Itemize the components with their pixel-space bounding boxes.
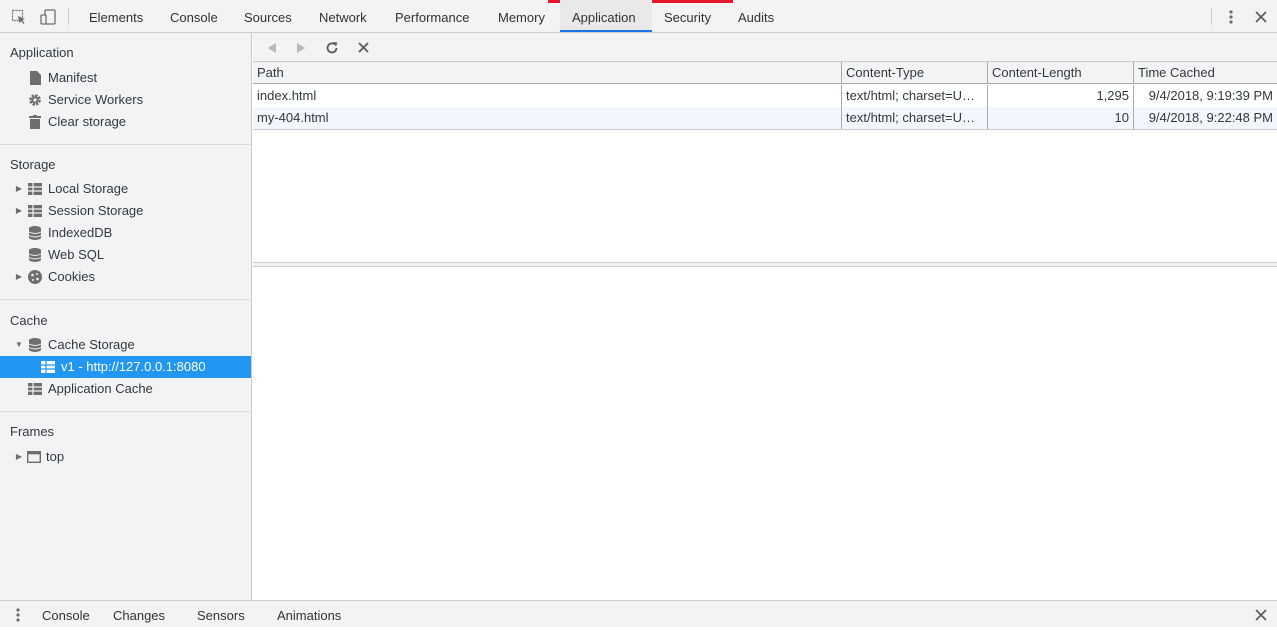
cache-toolbar: [253, 33, 1277, 62]
sidebar-item-manifest[interactable]: Manifest: [0, 67, 251, 89]
sidebar-item-label: Application Cache: [48, 381, 153, 396]
forward-icon[interactable]: [292, 39, 310, 56]
cell-content-type: text/html; charset=U…: [841, 85, 987, 107]
back-icon[interactable]: [263, 39, 281, 56]
sidebar-item-label: Web SQL: [48, 247, 105, 262]
devtools-main-toolbar: Elements Console Sources Network Perform…: [0, 0, 1277, 33]
sidebar-item-session-storage[interactable]: ▶ Session Storage: [0, 200, 251, 222]
tab-security[interactable]: Security: [652, 0, 723, 32]
sidebar-item-label: top: [46, 449, 65, 464]
sidebar-item-label: Cookies: [48, 269, 95, 284]
close-drawer-icon[interactable]: [1254, 608, 1267, 621]
delete-icon[interactable]: [354, 39, 372, 56]
toolbar-divider: [1211, 8, 1212, 25]
sidebar-item-label: Service Workers: [48, 92, 144, 107]
drawer-tab-changes[interactable]: Changes: [101, 601, 177, 627]
sidebar-item-label: Cache Storage: [48, 337, 135, 352]
cell-time-cached: 9/4/2018, 9:22:48 PM: [1133, 107, 1277, 129]
table-icon: [28, 204, 42, 218]
application-sidebar: Application Manifest Service Workers Cle…: [0, 33, 252, 600]
cell-content-length: 10: [987, 107, 1133, 129]
frame-icon: [27, 450, 41, 464]
section-divider: [0, 411, 251, 412]
tab-audits[interactable]: Audits: [726, 0, 786, 32]
cache-storage-view: Path Content-Type Content-Length Time Ca…: [253, 33, 1277, 600]
expand-arrow-icon[interactable]: ▶: [14, 178, 24, 200]
table-header: Path Content-Type Content-Length Time Ca…: [253, 62, 1277, 84]
close-icon[interactable]: [1252, 8, 1270, 26]
cell-path: my-404.html: [257, 110, 329, 125]
kebab-menu-icon[interactable]: [1222, 8, 1240, 26]
expand-arrow-icon[interactable]: ▶: [14, 200, 24, 222]
cell-path: index.html: [257, 88, 317, 103]
sidebar-item-label: IndexedDB: [48, 225, 113, 240]
tab-elements[interactable]: Elements: [77, 0, 155, 32]
sidebar-item-service-workers[interactable]: Service Workers: [0, 89, 251, 111]
tab-network[interactable]: Network: [307, 0, 379, 32]
toolbar-divider: [68, 8, 69, 25]
drawer-tab-animations[interactable]: Animations: [265, 601, 353, 627]
section-title-application: Application: [10, 45, 74, 60]
drawer-tab-sensors[interactable]: Sensors: [185, 601, 257, 627]
database-icon: [28, 226, 42, 240]
refresh-icon[interactable]: [323, 39, 341, 56]
database-icon: [28, 248, 42, 262]
sidebar-item-label: Clear storage: [48, 114, 127, 129]
sidebar-item-indexeddb[interactable]: IndexedDB: [0, 222, 251, 244]
tab-application[interactable]: Application: [560, 0, 652, 32]
table-icon: [41, 360, 55, 374]
table-icon: [28, 382, 42, 396]
sidebar-item-label: v1 - http://127.0.0.1:8080: [61, 359, 206, 374]
column-header-content-type[interactable]: Content-Type: [841, 62, 987, 84]
device-toolbar-icon[interactable]: [39, 8, 57, 26]
sidebar-item-label: Session Storage: [48, 203, 144, 218]
table-row[interactable]: my-404.html text/html; charset=U… 10 9/4…: [253, 107, 1277, 130]
sidebar-item-web-sql[interactable]: Web SQL: [0, 244, 251, 266]
tab-console[interactable]: Console: [158, 0, 230, 32]
file-icon: [28, 71, 42, 85]
expand-arrow-icon[interactable]: ▶: [14, 266, 24, 288]
trash-icon: [28, 115, 42, 129]
section-title-cache: Cache: [10, 313, 48, 328]
sidebar-item-clear-storage[interactable]: Clear storage: [0, 111, 251, 133]
column-header-time-cached[interactable]: Time Cached: [1133, 62, 1277, 84]
sidebar-item-local-storage[interactable]: ▶ Local Storage: [0, 178, 251, 200]
cookie-icon: [28, 270, 42, 284]
inspect-element-icon[interactable]: [10, 8, 28, 26]
database-icon: [28, 338, 42, 352]
sidebar-item-cache-storage[interactable]: ▼ Cache Storage: [0, 334, 251, 356]
sidebar-item-application-cache[interactable]: Application Cache: [0, 378, 251, 400]
section-title-storage: Storage: [10, 157, 56, 172]
gear-icon: [28, 93, 42, 107]
cell-time-cached: 9/4/2018, 9:19:39 PM: [1133, 85, 1277, 107]
sidebar-item-cache-v1[interactable]: v1 - http://127.0.0.1:8080: [0, 356, 251, 378]
sidebar-item-frame-top[interactable]: ▶ top: [0, 446, 251, 468]
expand-arrow-icon[interactable]: ▶: [14, 446, 24, 468]
section-divider: [0, 299, 251, 300]
drawer-tab-console[interactable]: Console: [30, 601, 102, 627]
sidebar-item-cookies[interactable]: ▶ Cookies: [0, 266, 251, 288]
drawer-toolbar: Console Changes Sensors Animations: [0, 600, 1277, 627]
tab-memory[interactable]: Memory: [486, 0, 557, 32]
column-header-path[interactable]: Path: [253, 62, 841, 84]
cell-content-length: 1,295: [987, 85, 1133, 107]
collapse-arrow-icon[interactable]: ▼: [14, 334, 24, 356]
section-title-frames: Frames: [10, 424, 55, 439]
column-header-content-length[interactable]: Content-Length: [987, 62, 1133, 84]
preview-pane: [253, 267, 1277, 600]
section-divider: [0, 144, 251, 145]
table-icon: [28, 182, 42, 196]
sidebar-item-label: Local Storage: [48, 181, 129, 196]
drawer-menu-icon[interactable]: [13, 607, 23, 623]
table-row[interactable]: index.html text/html; charset=U… 1,295 9…: [253, 85, 1277, 107]
sidebar-item-label: Manifest: [48, 70, 98, 85]
tab-sources[interactable]: Sources: [232, 0, 304, 32]
tab-performance[interactable]: Performance: [383, 0, 481, 32]
cell-content-type: text/html; charset=U…: [841, 107, 987, 129]
